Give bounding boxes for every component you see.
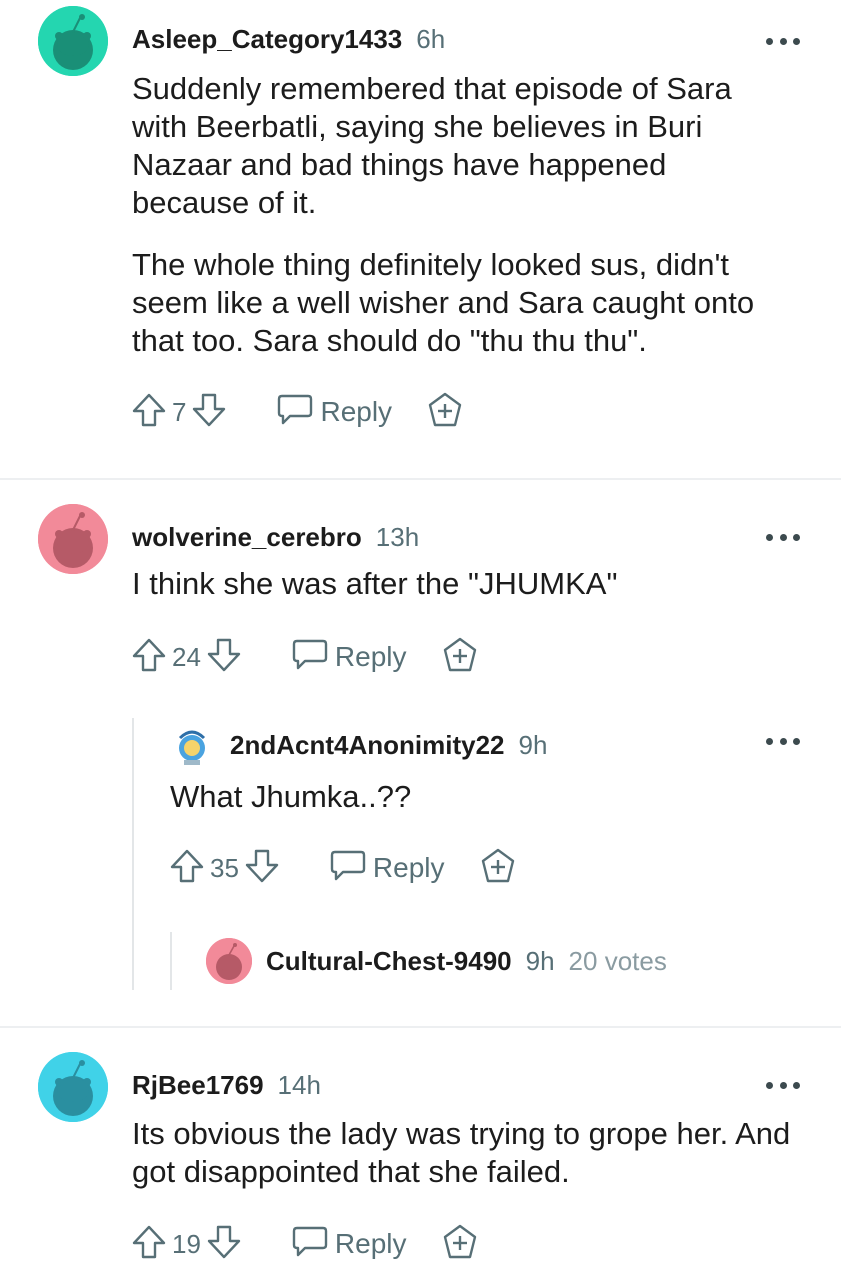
comment-time: 14h — [277, 1070, 321, 1100]
thread-line[interactable] — [132, 718, 134, 990]
avatar[interactable] — [38, 1052, 108, 1122]
comment-paragraph: What Jhumka..?? — [170, 779, 412, 814]
comment-time: 6h — [416, 24, 446, 54]
speech-bubble-icon — [329, 849, 367, 888]
comment-paragraph: The whole thing definitely looked sus, d… — [132, 247, 755, 358]
snoo-avatar-icon — [38, 504, 108, 574]
comment-paragraph: Its obvious the lady was trying to grope… — [132, 1116, 791, 1189]
comment-time: 9h — [518, 730, 548, 760]
comment-body: Suddenly remembered that episode of Sara… — [132, 70, 792, 360]
reply-button[interactable]: Reply — [276, 393, 392, 432]
reply-button[interactable]: Reply — [291, 638, 407, 677]
reply-button[interactable]: Reply — [329, 849, 445, 888]
comment-paragraph: Suddenly remembered that episode of Sara… — [132, 71, 732, 220]
comment-actions: 35 Reply — [168, 848, 517, 888]
more-options-icon[interactable] — [766, 1080, 800, 1090]
award-plus-icon[interactable] — [441, 1223, 479, 1266]
avatar[interactable] — [170, 724, 214, 768]
comment-time: 13h — [375, 522, 420, 552]
comment-author[interactable]: Cultural-Chest-9490 9h 20 votes — [266, 946, 667, 977]
vote-score: 19 — [172, 1228, 201, 1259]
award-plus-icon[interactable] — [441, 636, 479, 679]
speech-bubble-icon — [291, 1225, 329, 1264]
avatar[interactable] — [206, 938, 252, 984]
upvote-arrow-icon[interactable] — [168, 847, 206, 890]
snoo-avatar-icon — [206, 938, 252, 984]
comment-divider — [0, 478, 841, 480]
comment-author[interactable]: wolverine_cerebro 13h — [132, 522, 419, 553]
comment-body: I think she was after the "JHUMKA" — [132, 565, 792, 603]
thread-line[interactable] — [170, 932, 172, 990]
avatar[interactable] — [38, 6, 108, 76]
more-options-icon[interactable] — [766, 36, 800, 46]
vote-score: 35 — [210, 852, 239, 883]
comment-body: What Jhumka..?? — [170, 778, 790, 816]
more-options-icon[interactable] — [766, 532, 800, 542]
speech-bubble-icon — [291, 638, 329, 677]
award-plus-icon[interactable] — [479, 847, 517, 890]
avatar[interactable] — [38, 504, 108, 574]
downvote-arrow-icon[interactable] — [205, 1223, 243, 1266]
comment-actions: 19 Reply — [130, 1224, 479, 1264]
comment-body: Its obvious the lady was trying to grope… — [132, 1115, 792, 1191]
snoo-avatar-icon — [38, 6, 108, 76]
snoo-avatar-icon — [38, 1052, 108, 1122]
comment-actions: 7 Reply — [130, 392, 464, 432]
comment-author[interactable]: Asleep_Category1433 6h — [132, 24, 445, 55]
comment-actions: 24 Reply — [130, 637, 479, 677]
comment-paragraph: I think she was after the "JHUMKA" — [132, 566, 618, 601]
downvote-arrow-icon[interactable] — [190, 391, 228, 434]
vote-score: 7 — [172, 396, 187, 427]
speech-bubble-icon — [276, 393, 314, 432]
upvote-arrow-icon[interactable] — [130, 636, 168, 679]
upvote-arrow-icon[interactable] — [130, 1223, 168, 1266]
vote-count-text: 20 votes — [568, 946, 667, 976]
more-options-icon[interactable] — [766, 736, 800, 746]
downvote-arrow-icon[interactable] — [243, 847, 281, 890]
upvote-arrow-icon[interactable] — [130, 391, 168, 434]
comment-author[interactable]: 2ndAcnt4Anonimity22 9h — [230, 730, 547, 761]
custom-avatar-icon — [170, 724, 214, 768]
downvote-arrow-icon[interactable] — [205, 636, 243, 679]
comment-divider — [0, 1026, 841, 1028]
vote-score: 24 — [172, 641, 201, 672]
reply-button[interactable]: Reply — [291, 1225, 407, 1264]
award-plus-icon[interactable] — [426, 391, 464, 434]
comment-time: 9h — [525, 946, 555, 976]
comment-author[interactable]: RjBee1769 14h — [132, 1070, 321, 1101]
